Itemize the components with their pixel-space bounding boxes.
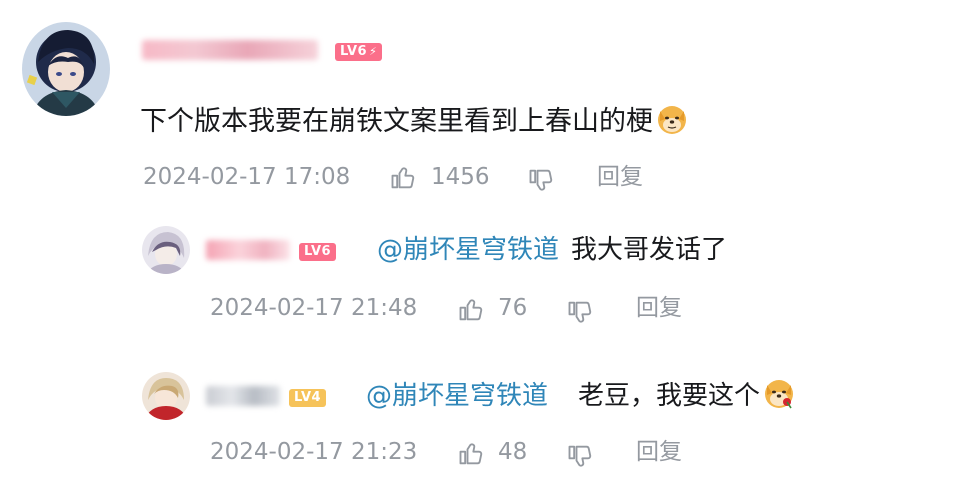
username-blurred[interactable] [206, 240, 290, 260]
level-badge: LV4 [289, 389, 327, 407]
like-count: 76 [498, 295, 528, 321]
reply-timestamp: 2024-02-17 21:48 [210, 295, 418, 321]
avatar[interactable] [142, 226, 190, 274]
comment-timestamp: 2024-02-17 17:08 [143, 164, 351, 190]
reply-button[interactable]: 回复 [636, 294, 682, 322]
like-icon[interactable] [389, 164, 417, 192]
level-text: LV6 [340, 44, 368, 59]
doge-emoji [658, 106, 686, 134]
reply-content: @崩坏星穹铁道 我大哥发话了 [377, 232, 727, 268]
level-badge: LV6 [299, 243, 337, 261]
doge-rose-emoji [765, 380, 794, 409]
reply-text: 我大哥发话了 [571, 235, 728, 265]
level-badge: LV6 ⚡ [335, 43, 383, 61]
reply-button[interactable]: 回复 [597, 163, 643, 191]
comment-content: 下个版本我要在崩铁文案里看到上春山的梗 [140, 103, 688, 140]
dislike-icon[interactable] [527, 166, 555, 194]
level-text: LV4 [294, 390, 322, 405]
reply-text: 老豆，我要这个 [578, 381, 761, 411]
reply-content: @崩坏星穹铁道 老豆，我要这个 [366, 377, 795, 414]
mention-link[interactable]: @崩坏星穹铁道 [377, 235, 559, 265]
level-text: LV6 [304, 244, 332, 259]
like-icon[interactable] [457, 440, 485, 468]
mention-link[interactable]: @崩坏星穹铁道 [366, 381, 548, 411]
comment-text: 下个版本我要在崩铁文案里看到上春山的梗 [140, 106, 653, 137]
avatar[interactable] [142, 372, 190, 420]
username-blurred[interactable] [142, 40, 318, 60]
like-count: 48 [498, 439, 528, 465]
lightning-icon: ⚡ [369, 45, 378, 58]
dislike-icon[interactable] [566, 442, 594, 470]
avatar[interactable] [22, 22, 110, 116]
reply-timestamp: 2024-02-17 21:23 [210, 439, 418, 465]
like-icon[interactable] [457, 296, 485, 324]
username-blurred[interactable] [206, 386, 280, 406]
like-count: 1456 [431, 164, 490, 190]
reply-button[interactable]: 回复 [636, 438, 682, 466]
dislike-icon[interactable] [566, 298, 594, 326]
